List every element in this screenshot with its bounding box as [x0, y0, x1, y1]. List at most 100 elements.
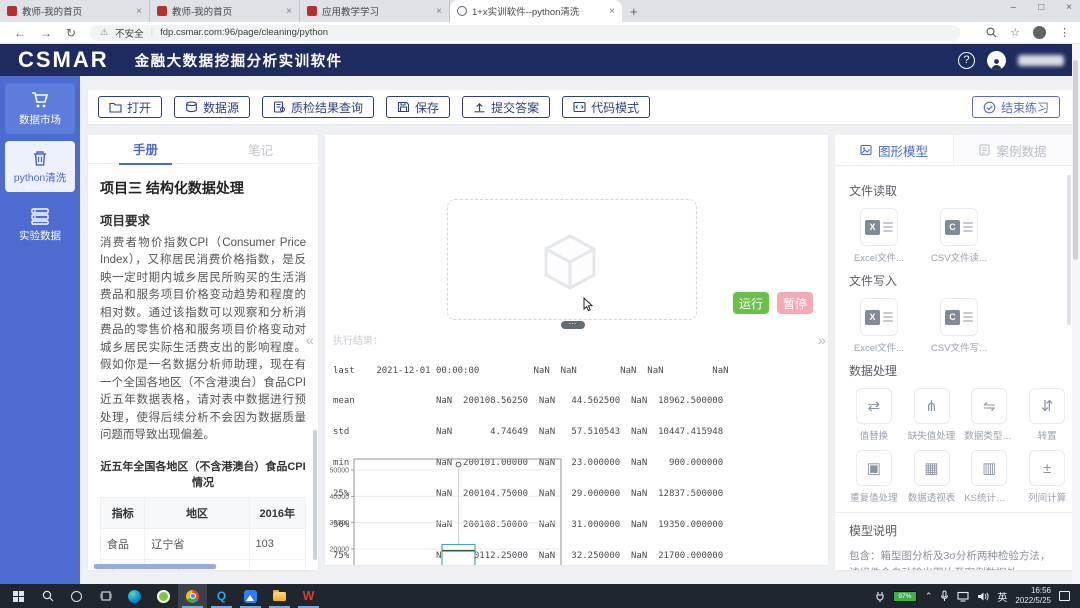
- sidebar-item-label: 数据市场: [19, 114, 61, 126]
- model-transpose[interactable]: ⇵ 转置: [1022, 388, 1072, 442]
- tab-case-data[interactable]: 案例数据: [953, 135, 1072, 165]
- quality-check-button[interactable]: 质检结果查询: [262, 96, 374, 118]
- green-browser-icon: [157, 590, 170, 603]
- notification-center-icon[interactable]: [1059, 591, 1070, 601]
- url-text: fdp.csmar.com:96/page/cleaning/python: [160, 27, 328, 38]
- tray-expand-chevron[interactable]: ⌃: [925, 591, 933, 602]
- submit-answer-button[interactable]: 提交答案: [462, 96, 550, 118]
- user-avatar[interactable]: [987, 51, 1006, 70]
- tool-label: 转置: [1022, 428, 1072, 442]
- tab-close-icon[interactable]: ×: [136, 6, 142, 17]
- tab-notes[interactable]: 笔记: [203, 135, 318, 163]
- browser-menu-icon[interactable]: ⋮: [1059, 26, 1070, 39]
- browser-tab[interactable]: 教师-我的首页 ×: [0, 0, 150, 22]
- model-csv-write[interactable]: C CSV文件写...: [929, 298, 989, 354]
- button-label: 打开: [127, 99, 151, 116]
- database-stack-icon: [30, 207, 50, 225]
- cortana-button[interactable]: [62, 584, 91, 608]
- sidebar-item-data-market[interactable]: 数据市场: [5, 83, 75, 134]
- run-button[interactable]: 运行: [733, 292, 769, 314]
- taskbar-search-button[interactable]: [33, 584, 62, 608]
- cell: 辽宁省: [145, 528, 249, 559]
- sidebar-item-experiment-data[interactable]: 实验数据: [5, 199, 75, 250]
- microphone-icon[interactable]: [940, 590, 949, 602]
- collapse-right-icon[interactable]: »: [818, 332, 826, 348]
- bookmark-star-icon[interactable]: ☆: [1010, 26, 1020, 39]
- code-mode-button[interactable]: 代码模式: [562, 96, 650, 118]
- url-field[interactable]: ⚠ 不安全 | fdp.csmar.com:96/page/cleaning/p…: [90, 25, 960, 41]
- panel-scrollbar[interactable]: [1067, 175, 1071, 325]
- browser-tab[interactable]: 应用教学学习 ×: [300, 0, 450, 22]
- help-icon[interactable]: ?: [958, 52, 975, 69]
- tool-label: CSV文件写...: [929, 340, 989, 354]
- upload-icon: [473, 101, 486, 113]
- tab-close-icon[interactable]: ×: [286, 6, 292, 17]
- cart-icon: [30, 91, 50, 109]
- model-csv-read[interactable]: C CSV文件读...: [929, 208, 989, 264]
- zoom-icon[interactable]: [986, 27, 997, 38]
- model-excel-write[interactable]: X Excel文件...: [849, 298, 909, 354]
- manual-vertical-scrollbar[interactable]: [313, 430, 317, 560]
- input-language-indicator[interactable]: 英: [997, 589, 1007, 604]
- wps-taskbar-item[interactable]: W: [294, 584, 323, 608]
- clock-date: 2022/5/25: [1015, 596, 1051, 605]
- tool-label: Excel文件...: [849, 340, 909, 354]
- task-view-button[interactable]: [91, 584, 120, 608]
- reload-button[interactable]: ↻: [66, 26, 76, 40]
- model-ks-test[interactable]: ▥ KS统计检验: [964, 450, 1014, 504]
- system-clock[interactable]: 16:56 2022/5/25: [1015, 586, 1051, 606]
- model-column-calc[interactable]: ± 列间计算: [1022, 450, 1072, 504]
- pause-button[interactable]: 暂停: [777, 292, 813, 314]
- window-maximize-button[interactable]: □: [1038, 2, 1044, 13]
- tool-label: 重复值处理: [849, 490, 899, 504]
- model-value-replace[interactable]: ⇄ 值替换: [849, 388, 899, 442]
- volume-icon[interactable]: [977, 591, 989, 602]
- back-button[interactable]: ←: [14, 26, 26, 40]
- new-tab-button[interactable]: +: [630, 4, 638, 19]
- tool-label: 缺失值处理: [907, 428, 957, 442]
- collapse-left-icon[interactable]: «: [306, 332, 314, 348]
- col-header: 地区: [145, 497, 249, 528]
- edge-taskbar-item[interactable]: [120, 584, 149, 608]
- tool-label: 值替换: [849, 428, 899, 442]
- tab-title: 教师-我的首页: [172, 4, 281, 18]
- model-duplicate-handle[interactable]: ▣ 重复值处理: [849, 450, 899, 504]
- docs-app-taskbar-item[interactable]: [236, 584, 265, 608]
- tab-manual[interactable]: 手册: [88, 135, 203, 163]
- chrome-taskbar-item[interactable]: [178, 584, 207, 608]
- sidebar-item-label: 实验数据: [19, 230, 61, 242]
- model-pivot-table[interactable]: ▦ 数据透视表: [907, 450, 957, 504]
- tab-close-icon[interactable]: ×: [436, 6, 442, 17]
- q-browser-taskbar-item[interactable]: Q: [207, 584, 236, 608]
- secure-browser-taskbar-item[interactable]: [149, 584, 178, 608]
- model-dtype-convert[interactable]: ⇋ 数据类型转...: [964, 388, 1014, 442]
- window-close-button[interactable]: ×: [1066, 2, 1072, 13]
- model-excel-read[interactable]: X Excel文件...: [849, 208, 909, 264]
- pivot-table-icon: ▦: [914, 450, 950, 486]
- browser-tab[interactable]: 教师-我的首页 ×: [150, 0, 300, 22]
- open-button[interactable]: 打开: [98, 96, 162, 118]
- tab-close-icon[interactable]: ×: [609, 6, 615, 17]
- tab-label: 案例数据: [996, 141, 1046, 160]
- start-button[interactable]: [4, 584, 33, 608]
- battery-indicator[interactable]: 97%: [893, 591, 917, 602]
- svg-text:40000: 40000: [330, 494, 350, 501]
- network-icon[interactable]: [957, 591, 969, 602]
- page-scrollbar-thumb[interactable]: [1073, 60, 1078, 260]
- clock-time: 16:56: [1031, 586, 1051, 595]
- site-favicon: [7, 6, 17, 16]
- sidebar-item-python-cleaning[interactable]: python清洗: [5, 141, 75, 192]
- panel-splitter-handle[interactable]: ⋯: [561, 321, 585, 329]
- model-missing-value[interactable]: ⋔ 缺失值处理: [907, 388, 957, 442]
- save-button[interactable]: 保存: [386, 96, 450, 118]
- file-explorer-taskbar-item[interactable]: [265, 584, 294, 608]
- finish-practice-button[interactable]: 结束练习: [972, 96, 1060, 118]
- manual-horizontal-scrollbar[interactable]: [94, 564, 216, 569]
- window-minimize-button[interactable]: –: [1011, 2, 1017, 13]
- tab-graph-model[interactable]: 图形模型: [835, 135, 953, 165]
- browser-profile-avatar[interactable]: [1033, 26, 1046, 39]
- q-browser-icon: Q: [217, 589, 226, 603]
- browser-tab-active[interactable]: 1+x实训软件--python清洗 ×: [450, 0, 622, 22]
- forward-button[interactable]: →: [40, 26, 52, 40]
- datasource-button[interactable]: 数据源: [174, 96, 250, 118]
